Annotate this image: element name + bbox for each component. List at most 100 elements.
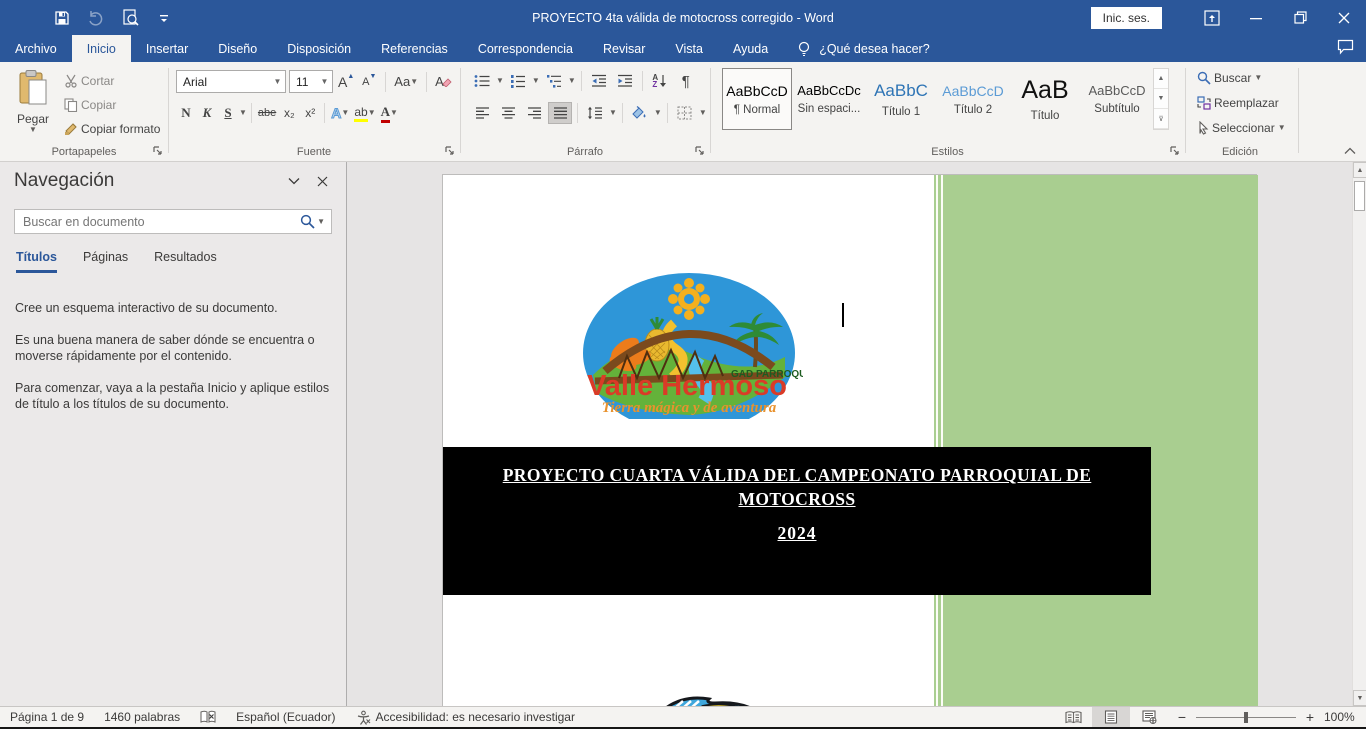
qat-customize-icon[interactable] (154, 8, 174, 28)
search-input[interactable] (15, 215, 300, 229)
shrink-font-button[interactable]: A▼ (359, 71, 379, 93)
increase-indent-button[interactable] (613, 70, 637, 92)
sort-button[interactable]: A Z (648, 70, 672, 92)
style-heading2[interactable]: AaBbCcD Título 2 (938, 68, 1008, 130)
zoom-out-icon[interactable]: − (1176, 709, 1188, 725)
paste-button[interactable]: Pegar ▼ (10, 70, 56, 136)
highlight-button[interactable]: ab▼ (352, 102, 377, 124)
search-options-caret-icon[interactable]: ▼ (317, 218, 325, 226)
text-effects-button[interactable]: A▼ (329, 102, 351, 124)
find-button[interactable]: Buscar ▼ (1193, 69, 1290, 87)
clear-formatting-button[interactable]: A (433, 71, 454, 93)
change-case-button[interactable]: Aa▼ (392, 71, 420, 93)
language-indicator[interactable]: Español (Ecuador) (226, 707, 345, 727)
zoom-percentage[interactable]: 100% (1324, 710, 1366, 724)
page-indicator[interactable]: Página 1 de 9 (0, 707, 94, 727)
borders-caret-icon[interactable]: ▼ (699, 109, 707, 117)
line-spacing-button[interactable] (583, 102, 607, 124)
style-normal[interactable]: AaBbCcD ¶ Normal (722, 68, 792, 130)
tell-me-box[interactable]: ¿Qué desea hacer? (797, 35, 930, 62)
undo-icon[interactable] (86, 8, 106, 28)
bullets-button[interactable] (470, 70, 494, 92)
line-spacing-caret-icon[interactable]: ▼ (609, 109, 617, 117)
print-layout-view-icon[interactable] (1092, 707, 1130, 728)
italic-button[interactable]: K (197, 102, 217, 124)
read-mode-view-icon[interactable] (1054, 707, 1092, 728)
show-marks-button[interactable]: ¶ (674, 70, 698, 92)
tab-archivo[interactable]: Archivo (0, 35, 72, 62)
style-title[interactable]: AaB Título (1010, 68, 1080, 130)
tab-revisar[interactable]: Revisar (588, 35, 660, 62)
font-dialog-launcher-icon[interactable] (444, 145, 456, 157)
document-page[interactable]: GAD PARROQUIAL Valle Hermoso Tierra mági… (442, 174, 1257, 706)
tab-referencias[interactable]: Referencias (366, 35, 463, 62)
nav-tab-titulos[interactable]: Títulos (16, 250, 57, 273)
font-size-combobox[interactable]: 11 ▼ (289, 70, 333, 93)
nav-tab-paginas[interactable]: Páginas (83, 250, 128, 273)
select-button[interactable]: Seleccionar ▼ (1193, 119, 1290, 137)
grow-font-button[interactable]: A▲ (336, 71, 356, 93)
styles-dialog-launcher-icon[interactable] (1169, 145, 1181, 157)
print-preview-icon[interactable] (120, 8, 140, 28)
tab-insertar[interactable]: Insertar (131, 35, 203, 62)
format-painter-button[interactable]: Copiar formato (60, 120, 164, 138)
partial-image-bottom[interactable] (651, 692, 773, 706)
replace-button[interactable]: Reemplazar (1193, 94, 1290, 112)
align-left-button[interactable] (470, 102, 494, 124)
navigation-close-icon[interactable] (308, 170, 336, 192)
web-layout-view-icon[interactable] (1130, 707, 1168, 728)
multilevel-caret-icon[interactable]: ▼ (568, 77, 576, 85)
document-canvas[interactable]: GAD PARROQUIAL Valle Hermoso Tierra mági… (348, 162, 1352, 706)
borders-button[interactable] (673, 102, 697, 124)
scroll-down-icon[interactable]: ▼ (1353, 690, 1366, 706)
zoom-slider[interactable] (1196, 717, 1296, 718)
restore-button[interactable] (1278, 0, 1322, 35)
valle-hermoso-logo-image[interactable]: GAD PARROQUIAL Valle Hermoso Tierra mági… (579, 265, 803, 419)
font-family-combobox[interactable]: Arial ▼ (176, 70, 286, 93)
scrollbar-thumb[interactable] (1354, 181, 1365, 211)
shading-caret-icon[interactable]: ▼ (654, 109, 662, 117)
document-title-block[interactable]: PROYECTO CUARTA VÁLIDA DEL CAMPEONATO PA… (443, 447, 1151, 595)
superscript-button[interactable]: x² (300, 102, 320, 124)
zoom-slider-thumb[interactable] (1244, 712, 1248, 723)
shading-button[interactable] (628, 102, 652, 124)
search-icon[interactable] (300, 214, 315, 229)
feedback-comment-icon[interactable] (1337, 39, 1354, 55)
style-subtitle[interactable]: AaBbCcD Subtítulo (1082, 68, 1152, 130)
underline-caret-icon[interactable]: ▼ (239, 109, 247, 117)
font-color-button[interactable]: A▼ (379, 102, 400, 124)
minimize-button[interactable] (1234, 0, 1278, 35)
close-button[interactable] (1322, 0, 1366, 35)
decrease-indent-button[interactable] (587, 70, 611, 92)
save-icon[interactable] (52, 8, 72, 28)
sign-in-button[interactable]: Inic. ses. (1091, 7, 1162, 29)
numbering-button[interactable] (506, 70, 530, 92)
vertical-scrollbar[interactable]: ▲ ▼ (1352, 162, 1366, 706)
word-count[interactable]: 1460 palabras (94, 707, 190, 727)
styles-gallery-more-icon[interactable]: ⊽ (1154, 109, 1168, 129)
style-no-spacing[interactable]: AaBbCcDc Sin espaci... (794, 68, 864, 130)
tab-inicio[interactable]: Inicio (72, 35, 131, 62)
style-heading1[interactable]: AaBbC Título 1 (866, 68, 936, 130)
align-center-button[interactable] (496, 102, 520, 124)
cut-button[interactable]: Cortar (60, 72, 164, 90)
align-right-button[interactable] (522, 102, 546, 124)
justify-button[interactable] (548, 102, 572, 124)
clipboard-dialog-launcher-icon[interactable] (152, 145, 164, 157)
paragraph-dialog-launcher-icon[interactable] (694, 145, 706, 157)
ribbon-display-options-icon[interactable] (1190, 0, 1234, 35)
bullets-caret-icon[interactable]: ▼ (496, 77, 504, 85)
scroll-up-icon[interactable]: ▲ (1353, 162, 1366, 178)
tab-vista[interactable]: Vista (660, 35, 718, 62)
numbering-caret-icon[interactable]: ▼ (532, 77, 540, 85)
styles-scroll-up-icon[interactable]: ▲ (1154, 69, 1168, 89)
tab-disposicion[interactable]: Disposición (272, 35, 366, 62)
tab-ayuda[interactable]: Ayuda (718, 35, 783, 62)
underline-button[interactable]: S (218, 102, 238, 124)
font-size-caret-icon[interactable]: ▼ (316, 77, 332, 86)
accessibility-status[interactable]: Accesibilidad: es necesario investigar (346, 707, 585, 727)
copy-button[interactable]: Copiar (60, 96, 164, 114)
proofing-status-icon[interactable] (190, 707, 226, 727)
tab-correspondencia[interactable]: Correspondencia (463, 35, 588, 62)
font-family-caret-icon[interactable]: ▼ (269, 77, 285, 86)
